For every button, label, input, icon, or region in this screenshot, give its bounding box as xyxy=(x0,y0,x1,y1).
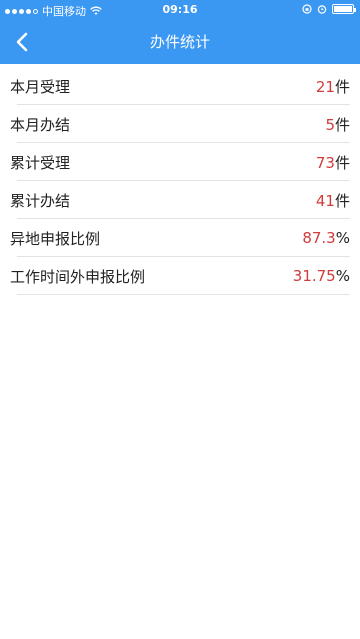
stat-label: 本月受理 xyxy=(10,77,71,96)
stat-label: 本月办结 xyxy=(10,115,71,134)
nav-bar: 办件统计 xyxy=(0,20,360,64)
page-title: 办件统计 xyxy=(149,33,210,51)
stat-row-remote-ratio: 异地申报比例 87.3% xyxy=(0,219,360,257)
app-header: 中国移动 09:16 办件统计 xyxy=(0,0,360,64)
stat-value: 41件 xyxy=(315,191,350,210)
alarm-icon xyxy=(317,5,327,14)
stats-list: 本月受理 21件 本月办结 5件 累计受理 73件 累计办结 41件 异地申报比… xyxy=(0,64,360,295)
status-right xyxy=(302,4,356,14)
stat-row-monthly-accepted: 本月受理 21件 xyxy=(0,67,360,105)
stat-value: 73件 xyxy=(315,153,350,172)
stat-row-total-accepted: 累计受理 73件 xyxy=(0,143,360,181)
stat-row-total-completed: 累计办结 41件 xyxy=(0,181,360,219)
stat-label: 工作时间外申报比例 xyxy=(10,267,146,286)
rotation-lock-icon xyxy=(302,4,312,14)
stat-value: 31.75% xyxy=(292,267,350,285)
stat-label: 累计受理 xyxy=(10,153,71,172)
stat-value: 5件 xyxy=(325,115,350,134)
stat-label: 累计办结 xyxy=(10,191,71,210)
stat-value: 21件 xyxy=(315,77,350,96)
stat-value: 87.3% xyxy=(302,229,350,247)
stat-row-monthly-completed: 本月办结 5件 xyxy=(0,105,360,143)
battery-icon xyxy=(332,4,356,14)
status-bar: 中国移动 09:16 xyxy=(0,0,360,20)
stat-row-after-hours-ratio: 工作时间外申报比例 31.75% xyxy=(0,257,360,295)
stat-label: 异地申报比例 xyxy=(10,229,101,248)
